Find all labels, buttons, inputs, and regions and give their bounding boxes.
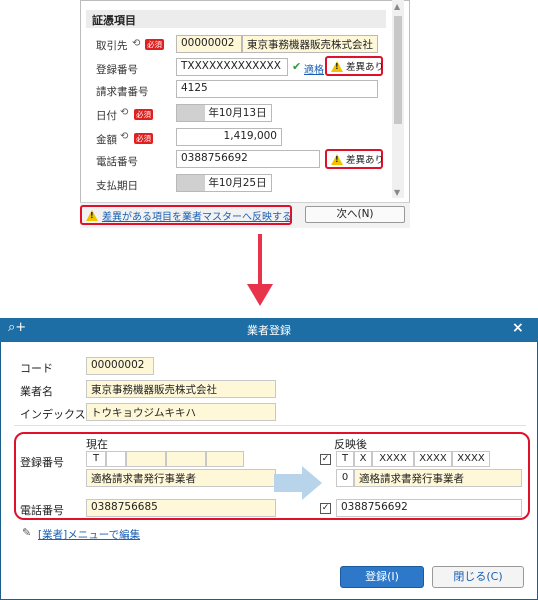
check-icon: ✔ bbox=[292, 60, 302, 73]
vendor-label: 取引先 bbox=[96, 40, 128, 52]
current-phone-input: 0388756685 bbox=[86, 499, 276, 517]
invoice-number-label: 請求書番号 bbox=[96, 86, 149, 98]
code-label: コード bbox=[20, 362, 53, 375]
index-input[interactable]: トウキョウジムキキハ bbox=[86, 403, 276, 421]
diff-badge-text: 差異あり bbox=[346, 155, 385, 166]
scroll-up-icon[interactable]: ▲ bbox=[394, 2, 400, 11]
date-label: 日付 bbox=[96, 110, 117, 122]
masked-year bbox=[177, 175, 205, 191]
after-reg-cell: XXXX bbox=[452, 451, 490, 467]
after-label: 反映後 bbox=[334, 438, 367, 451]
close-button[interactable]: 閉じる(C) bbox=[432, 566, 524, 588]
arrow-right-icon bbox=[274, 466, 322, 500]
index-label: インデックス bbox=[20, 408, 86, 421]
current-reg-cell bbox=[166, 451, 206, 467]
code-input[interactable]: 00000002 bbox=[86, 357, 154, 375]
diff-badge-text: 差異あり bbox=[346, 62, 385, 73]
invoice-number-input[interactable]: 4125 bbox=[176, 80, 378, 98]
current-label: 現在 bbox=[86, 438, 108, 451]
date-value: 年10月13日 bbox=[208, 107, 267, 119]
vendor-name-input[interactable]: 東京事務機器販売株式会社 bbox=[242, 35, 378, 53]
current-reg-cell: T bbox=[86, 451, 106, 467]
reg-reflect-checkbox[interactable]: ✓ bbox=[320, 454, 331, 465]
vendor-name-label: 業者名 bbox=[20, 385, 53, 398]
due-date-input[interactable]: 年10月25日 bbox=[176, 174, 272, 192]
date-input[interactable]: 年10月13日 bbox=[176, 104, 272, 122]
reflect-to-master-link[interactable]: 差異がある項目を業者マスターへ反映する bbox=[80, 205, 292, 225]
flow-arrow-shaft bbox=[258, 234, 262, 286]
warning-icon bbox=[331, 153, 343, 165]
flow-arrow-down-icon bbox=[247, 284, 273, 306]
due-date-value: 年10月25日 bbox=[208, 177, 267, 189]
required-badge: 必須 bbox=[134, 133, 153, 144]
refresh-icon[interactable]: ⟲ bbox=[120, 131, 128, 142]
current-reg-cell bbox=[206, 451, 244, 467]
due-date-label: 支払期日 bbox=[96, 180, 138, 192]
warning-icon bbox=[86, 209, 98, 221]
register-button[interactable]: 登録(I) bbox=[340, 566, 424, 588]
amount-input[interactable]: 1,419,000 bbox=[176, 128, 282, 146]
required-badge: 必須 bbox=[134, 109, 153, 120]
reg-number-label: 登録番号 bbox=[96, 64, 138, 76]
qualified-link[interactable]: 適格 bbox=[304, 61, 324, 76]
reflect-link-text[interactable]: 差異がある項目を業者マスターへ反映する bbox=[102, 208, 292, 223]
masked-year bbox=[177, 105, 205, 121]
refresh-icon[interactable]: ⟲ bbox=[120, 107, 128, 118]
after-reg-code: 0 bbox=[336, 469, 354, 487]
diff-badge-phone: 差異あり bbox=[325, 149, 385, 169]
vendor-code-input[interactable]: 00000002 bbox=[176, 35, 242, 53]
dialog-title: 業者登録 bbox=[247, 324, 291, 337]
divider bbox=[14, 425, 526, 426]
phone-input[interactable]: 0388756692 bbox=[176, 150, 320, 168]
section-header: 証憑項目 bbox=[86, 10, 386, 28]
close-icon[interactable]: × bbox=[512, 320, 524, 336]
phone-label: 電話番号 bbox=[20, 504, 64, 517]
after-reg-cell: X bbox=[354, 451, 372, 467]
scroll-down-icon[interactable]: ▼ bbox=[394, 188, 400, 197]
amount-label: 金額 bbox=[96, 134, 117, 146]
edit-in-menu-link[interactable]: [業者]メニューで編集 bbox=[38, 527, 140, 542]
diff-badge-reg: 差異あり bbox=[325, 56, 385, 76]
reg-number-label: 登録番号 bbox=[20, 456, 64, 469]
phone-reflect-checkbox[interactable]: ✓ bbox=[320, 503, 331, 514]
after-phone-input[interactable]: 0388756692 bbox=[336, 499, 522, 517]
scrollbar-thumb[interactable] bbox=[394, 16, 402, 124]
warning-icon bbox=[331, 60, 343, 72]
after-reg-desc: 適格請求書発行事業者 bbox=[354, 469, 522, 487]
refresh-icon[interactable]: ⟲ bbox=[132, 38, 140, 49]
after-reg-cell: XXXX bbox=[372, 451, 414, 467]
vendor-name-input[interactable]: 東京事務機器販売株式会社 bbox=[86, 380, 276, 398]
required-badge: 必須 bbox=[145, 39, 164, 50]
current-reg-desc: 適格請求書発行事業者 bbox=[86, 469, 276, 487]
after-reg-cell: XXXX bbox=[414, 451, 452, 467]
next-button[interactable]: 次へ(N) bbox=[305, 206, 405, 223]
edit-icon: ✎ bbox=[22, 526, 32, 539]
current-reg-cell bbox=[126, 451, 166, 467]
current-reg-cell bbox=[106, 451, 126, 467]
phone-label: 電話番号 bbox=[96, 156, 138, 168]
reg-number-input[interactable]: TXXXXXXXXXXXXX bbox=[176, 58, 288, 76]
after-reg-cell: T bbox=[336, 451, 354, 467]
